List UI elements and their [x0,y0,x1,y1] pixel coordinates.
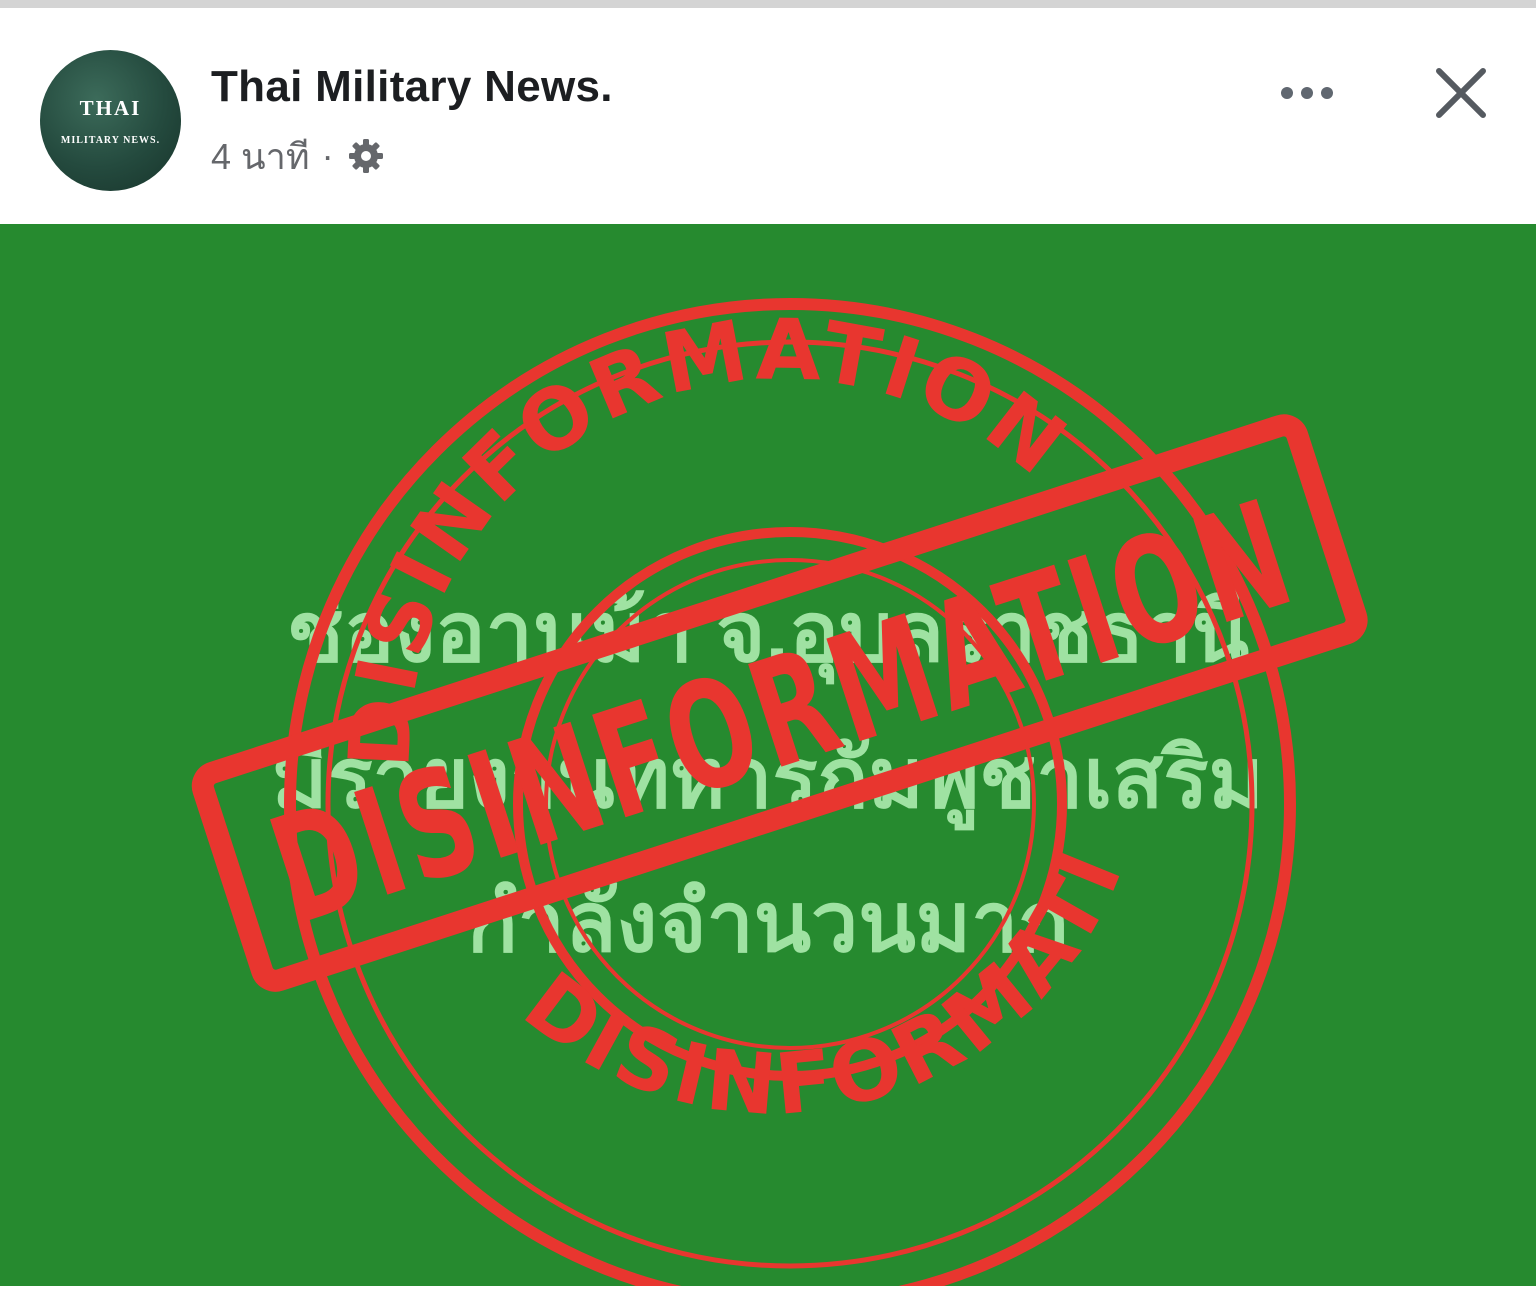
post-meta: 4 นาที · [211,134,386,178]
top-strip [0,0,1536,8]
close-button[interactable] [1424,56,1498,130]
disinformation-stamp: DISINFORMATION DISINFORMATION DISINFORMA… [0,224,1368,1286]
avatar[interactable]: THAI MILITARY NEWS. [40,50,181,191]
avatar-logo-text: THAI [79,96,142,120]
meta-separator: · [321,135,334,176]
post-timestamp[interactable]: 4 นาที [211,128,310,185]
post-image[interactable]: ช่องอานม้า จ.อุบลราชธานี มีรายงานทหารกัม… [0,224,1536,1286]
bottom-strip [0,1286,1536,1292]
gear-icon[interactable] [346,136,386,176]
page-name-link[interactable]: Thai Military News. [211,62,613,112]
post-header: THAI MILITARY NEWS. Thai Military News. … [0,8,1536,224]
avatar-logo-subtext: MILITARY NEWS. [60,135,161,146]
more-horizontal-icon [1281,87,1333,99]
close-icon [1436,68,1486,118]
more-options-button[interactable] [1268,68,1346,118]
